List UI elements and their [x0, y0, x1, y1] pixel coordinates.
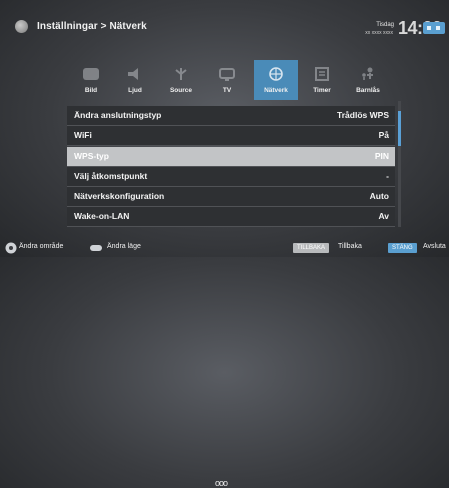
item-value: Av — [378, 211, 389, 221]
hint-back[interactable]: Tillbaka — [338, 243, 362, 250]
item-value: Trådlös WPS — [337, 110, 389, 120]
tab-label: Ljud — [128, 87, 142, 94]
tab-source[interactable]: Source — [162, 60, 200, 100]
hint-change-area: Ändra område — [19, 243, 64, 250]
tab-label: Bild — [84, 87, 98, 94]
footer-hints: Ändra område Ändra läge ooo TILLBAKA Til… — [0, 240, 449, 488]
date-label: xx xxxx xxxx — [365, 30, 393, 36]
speaker-icon — [128, 68, 138, 80]
list-item-wps-type[interactable]: WPS-typ PIN — [67, 147, 395, 167]
picture-icon — [83, 68, 99, 80]
scrollbar[interactable] — [398, 101, 401, 227]
day-label: Tisdag — [376, 22, 394, 28]
timer-icon — [315, 67, 329, 81]
tab-barnlas[interactable]: Barnlås — [349, 60, 387, 100]
tab-tv[interactable]: TV — [208, 60, 246, 100]
tab-label: Timer — [313, 87, 331, 94]
dpad-icon — [5, 242, 17, 254]
list-item-wifi[interactable]: WiFi På — [67, 126, 395, 146]
item-value: Auto — [369, 191, 389, 201]
item-label: Ändra anslutningstyp — [74, 110, 162, 120]
scrollbar-thumb[interactable] — [398, 111, 401, 146]
item-label: Välj åtkomstpunkt — [74, 171, 148, 181]
item-value: - — [386, 171, 389, 181]
more-options-icon[interactable]: ooo — [215, 478, 228, 488]
item-label: WiFi — [74, 130, 92, 140]
item-label: Wake-on-LAN — [74, 211, 130, 221]
hint-change-mode: Ändra läge — [107, 243, 141, 250]
globe-icon — [269, 67, 283, 81]
top-bar: Inställningar > Nätverk Tisdag xx xxxx x… — [0, 0, 449, 60]
channel-indicator-icon — [423, 22, 445, 34]
child-lock-icon — [362, 67, 373, 80]
ok-button-icon — [90, 245, 102, 251]
list-item-connection-type[interactable]: Ändra anslutningstyp Trådlös WPS — [67, 106, 395, 126]
tab-label: Nätverk — [264, 87, 288, 94]
breadcrumb: Inställningar > Nätverk — [37, 21, 147, 32]
item-label: Nätverkskonfiguration — [74, 191, 165, 201]
item-value: På — [378, 130, 389, 140]
tab-label: Barnlås — [356, 87, 380, 94]
tab-timer[interactable]: Timer — [303, 60, 341, 100]
item-value: PIN — [374, 151, 389, 161]
close-key-badge: STÄNG — [388, 243, 417, 253]
tab-label: TV — [222, 87, 232, 94]
list-item-wake-on-lan[interactable]: Wake-on-LAN Av — [67, 207, 395, 227]
tv-icon — [219, 68, 235, 81]
list-item-network-config[interactable]: Nätverkskonfiguration Auto — [67, 187, 395, 207]
settings-logo-icon — [15, 20, 28, 33]
back-key-badge: TILLBAKA — [293, 243, 330, 253]
tab-bild[interactable]: Bild — [72, 60, 110, 100]
item-label: WPS-typ — [74, 151, 109, 161]
tab-natverk[interactable]: Nätverk — [254, 60, 298, 100]
network-settings-list: Ändra anslutningstyp Trådlös WPS WiFi På… — [67, 101, 399, 229]
hint-exit[interactable]: Avsluta — [423, 243, 446, 250]
tab-ljud[interactable]: Ljud — [116, 60, 154, 100]
tab-label: Source — [169, 87, 193, 94]
antenna-icon — [175, 68, 187, 80]
list-item-access-point[interactable]: Välj åtkomstpunkt - — [67, 167, 395, 187]
settings-tabs: Bild Ljud Source TV Nätverk Timer Barnlå… — [72, 60, 382, 100]
